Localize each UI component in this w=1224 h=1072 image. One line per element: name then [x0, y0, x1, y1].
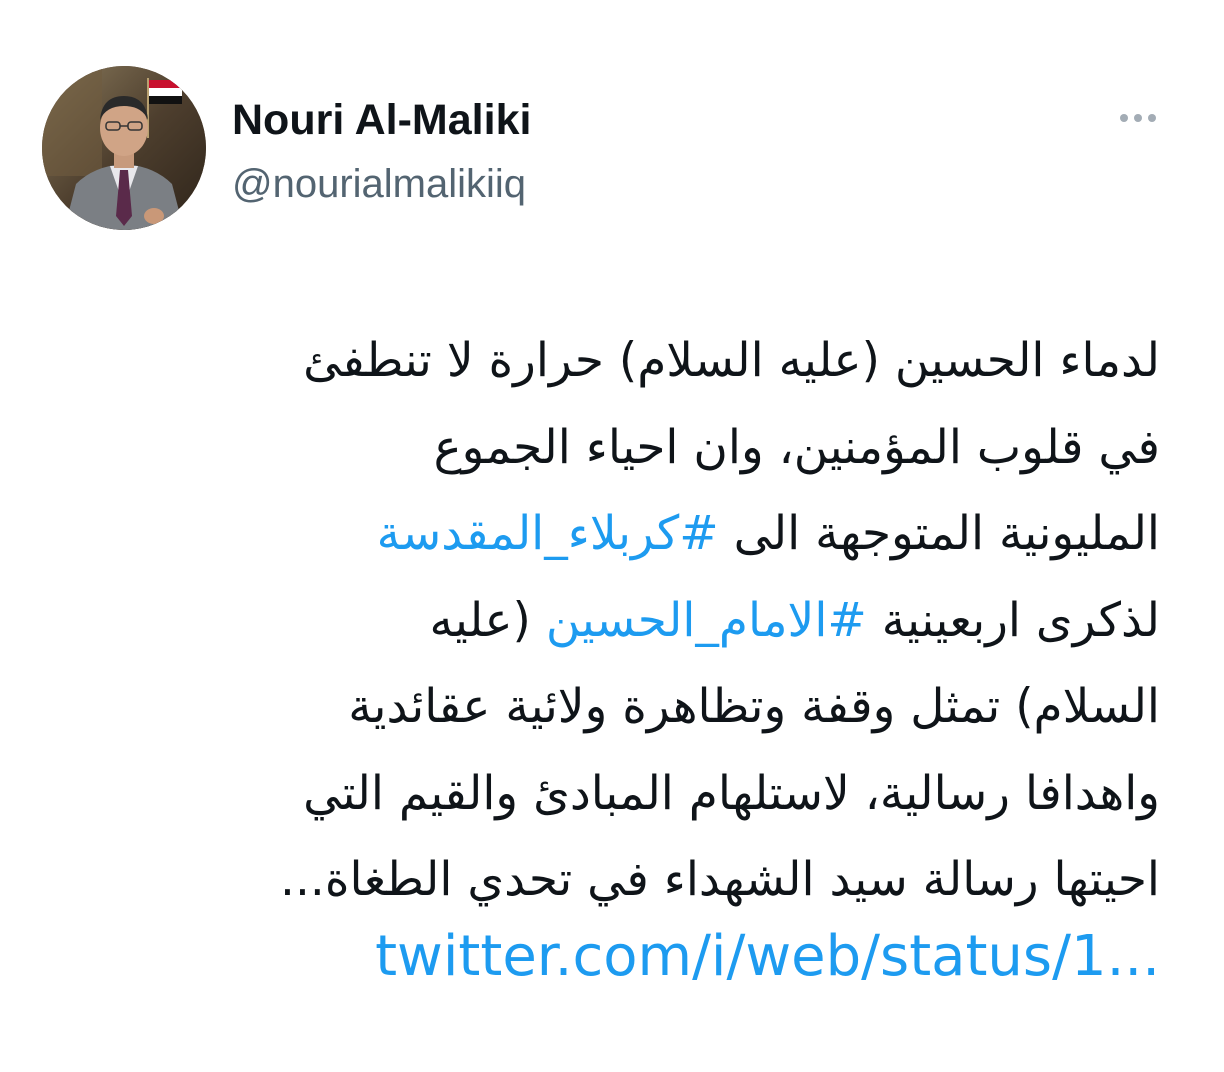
tweet-text-line: في قلوب المؤمنين، وان احياء الجموع — [433, 419, 1160, 475]
tweet-text-line: احيتها رسالة سيد الشهداء في تحدي الطغاة.… — [280, 852, 1160, 907]
tweet-status-link[interactable]: twitter.com/i/web/status/1... — [375, 922, 1160, 992]
tweet-text-fragment: المليونية المتوجهة الى — [718, 506, 1160, 561]
tweet-text-line: السلام) تمثل وقفة وتظاهرة ولائية عقائدية — [348, 679, 1160, 734]
tweet-text-fragment: (عليه — [429, 592, 546, 648]
author-name[interactable]: Nouri Al-Maliki — [232, 94, 531, 146]
tweet-text-line: واهدافا رسالية، لاستلهام المبادئ والقيم … — [303, 765, 1160, 821]
hashtag-link[interactable]: #كربلاء_المقدسة — [377, 506, 719, 561]
hashtag-link[interactable]: #الامام_الحسين — [546, 593, 867, 648]
more-horizontal-icon — [1120, 114, 1156, 122]
tweet: Nouri Al-Maliki @nourialmalikiiq لدماء ا… — [0, 0, 1224, 1072]
avatar[interactable] — [42, 66, 206, 230]
author-handle[interactable]: @nourialmalikiiq — [232, 160, 526, 208]
tweet-text-line: لذكرى اربعينية #الامام_الحسين (عليه — [50, 578, 1160, 665]
tweet-text: لدماء الحسين (عليه السلام) حرارة لا تنطف… — [50, 318, 1160, 924]
tweet-text-line: لدماء الحسين (عليه السلام) حرارة لا تنطف… — [303, 333, 1160, 388]
more-options-button[interactable] — [1110, 104, 1166, 132]
avatar-image — [42, 66, 206, 230]
tweet-text-line: المليونية المتوجهة الى #كربلاء_المقدسة — [50, 491, 1160, 578]
tweet-text-fragment: لذكرى اربعينية — [866, 592, 1160, 648]
